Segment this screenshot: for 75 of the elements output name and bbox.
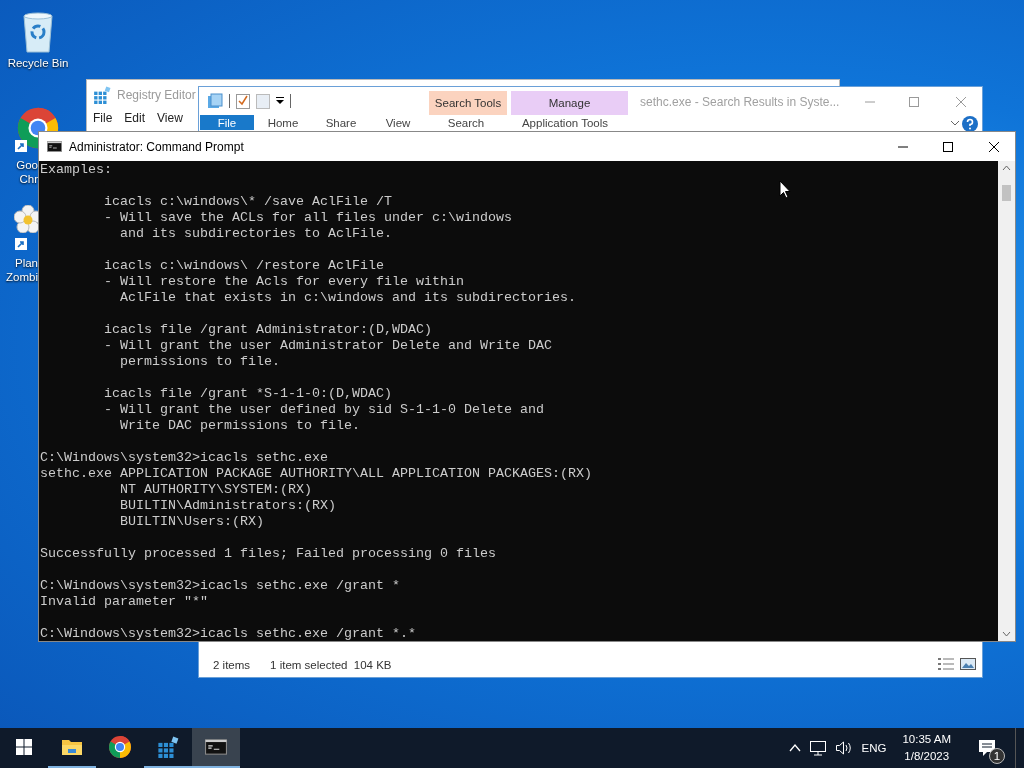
window-title: Administrator: Command Prompt <box>69 139 244 154</box>
console-line: C:\Windows\system32>icacls sethc.exe <box>40 450 328 466</box>
notification-count: 1 <box>989 748 1005 764</box>
clock[interactable]: 10:35 AM 1/8/2023 <box>894 731 959 765</box>
icon-label: Goo <box>16 158 38 172</box>
ribbon-tab[interactable]: File <box>200 115 254 130</box>
folder-icon[interactable] <box>207 93 223 109</box>
maximize-button[interactable] <box>942 141 954 153</box>
browser-icon <box>108 735 132 759</box>
console-line: - Will restore the Acls for every file within <box>103 274 464 290</box>
console-line: C:\Windows\system32>icacls sethc.exe /grant *.* <box>40 626 416 641</box>
close-button[interactable] <box>988 141 1000 153</box>
icon-label: Recycle Bin <box>7 56 69 70</box>
console-line: permissions to file. <box>118 354 280 370</box>
console-line: icacls c:\windows\* /save AclFile /T <box>103 194 392 210</box>
large-icons-view-icon[interactable] <box>960 657 976 671</box>
console-line: BUILTIN\Administrators:(RX) <box>118 498 336 514</box>
taskbar-button[interactable] <box>192 728 240 768</box>
context-tab-group: Search Tools <box>429 91 507 115</box>
console-line: icacls file /grant *S-1-1-0:(D,WDAC) <box>103 386 392 402</box>
console-line: Examples: <box>40 162 112 178</box>
context-tab-group: Manage <box>511 91 628 115</box>
language-indicator[interactable]: ENG <box>861 742 887 754</box>
icon-label: Plan <box>14 256 38 270</box>
terminal-icon <box>205 739 227 755</box>
console-line: and its subdirectories to AclFile. <box>118 226 392 242</box>
console-line: Write DAC permissions to file. <box>118 418 360 434</box>
console-line: icacls c:\windows\ /restore AclFile <box>103 258 384 274</box>
console-line: C:\Windows\system32>icacls sethc.exe /grant * <box>40 578 400 594</box>
icon-label: Zombi <box>6 270 38 284</box>
cubes-icon <box>157 736 179 758</box>
chevron-down-icon[interactable] <box>950 119 960 127</box>
cubes-icon <box>93 86 111 104</box>
ribbon-tab[interactable]: Share <box>312 115 370 130</box>
terminal-icon <box>47 141 62 152</box>
console-line: icacls file /grant Administrator:(D,WDAC) <box>103 322 432 338</box>
clock-date: 1/8/2023 <box>904 749 950 764</box>
window-title: Registry Editor <box>117 88 196 102</box>
console-line: NT AUTHORITY\SYSTEM:(RX) <box>118 482 312 498</box>
ribbon-tab[interactable]: View <box>370 115 426 130</box>
recycle-bin-icon[interactable] <box>20 10 56 54</box>
mouse-pointer-icon <box>779 180 791 199</box>
help-icon[interactable] <box>962 116 978 132</box>
console-line: - Will grant the user Administrator Delete and Write DAC <box>103 338 552 354</box>
chevron-up-icon[interactable] <box>789 744 802 752</box>
dropdown-icon[interactable] <box>276 97 284 105</box>
clock-time: 10:35 AM <box>902 732 951 747</box>
status-text: 2 items <box>213 659 251 671</box>
scroll-up-icon[interactable] <box>1002 165 1011 171</box>
console-line: Invalid parameter "*" <box>40 594 208 610</box>
notification-icon[interactable] <box>978 739 996 757</box>
network-icon[interactable] <box>809 740 828 756</box>
menu-item[interactable]: Edit <box>124 111 146 125</box>
properties-icon[interactable] <box>236 93 250 109</box>
folder-icon <box>61 738 83 756</box>
menu-item[interactable]: View <box>157 111 183 125</box>
console-line: sethc.exe APPLICATION PACKAGE AUTHORITY\ALL APPLICATION PACKAGES:(RX) <box>40 466 592 482</box>
scroll-down-icon[interactable] <box>1002 631 1011 637</box>
details-view-icon[interactable] <box>938 657 954 671</box>
console-line: BUILTIN\Users:(RX) <box>118 514 264 530</box>
scrollbar[interactable] <box>998 161 1015 641</box>
console-line: AclFile that exists in c:\windows and its subdirectories. <box>118 290 576 306</box>
console-line: Successfully processed 1 files; Failed processing 0 files <box>40 546 496 562</box>
console-line: - Will save the ACLs for all files under c:\windows <box>103 210 512 226</box>
window-title: sethc.exe - Search Results in Syste... <box>640 95 840 109</box>
menu-item[interactable]: File <box>93 111 113 125</box>
icon-label: Chr <box>19 172 38 186</box>
scroll-thumb[interactable] <box>1002 185 1011 201</box>
status-text: 1 item selected 104 KB <box>270 659 392 671</box>
windows-icon <box>16 739 32 755</box>
ribbon-tab[interactable]: Search <box>426 115 506 130</box>
ribbon-tab[interactable]: Application Tools <box>506 115 624 130</box>
console-line: - Will grant the user defined by sid S-1-1-0 Delete and <box>103 402 544 418</box>
volume-icon[interactable] <box>835 740 854 756</box>
ribbon-tab[interactable]: Home <box>254 115 312 130</box>
